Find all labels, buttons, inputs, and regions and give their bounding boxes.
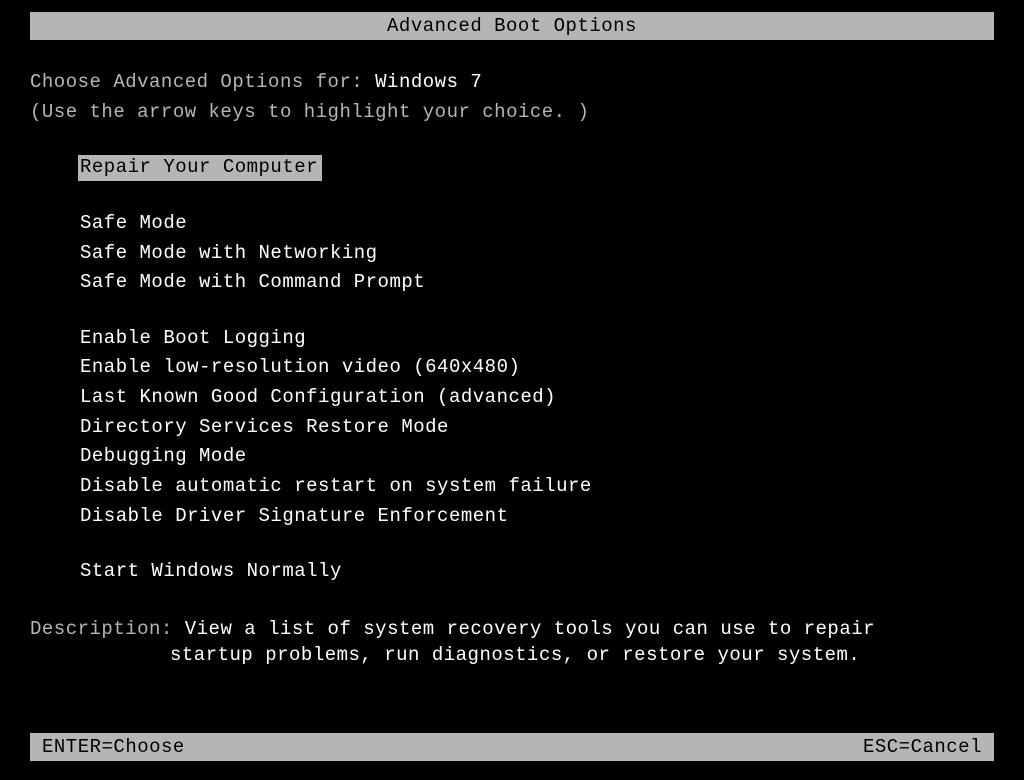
description-line2: startup problems, run diagnostics, or re… <box>30 643 994 669</box>
menu-item-safe-mode[interactable]: Safe Mode <box>78 211 189 237</box>
menu-item-safe-mode-networking[interactable]: Safe Mode with Networking <box>78 241 380 267</box>
menu-item-disable-auto-restart[interactable]: Disable automatic restart on system fail… <box>78 474 594 500</box>
menu-item-repair-your-computer[interactable]: Repair Your Computer <box>78 155 322 181</box>
menu-item-boot-logging[interactable]: Enable Boot Logging <box>78 326 308 352</box>
menu-item-start-normally[interactable]: Start Windows Normally <box>78 559 344 585</box>
menu-group-repair: Repair Your Computer <box>78 155 994 185</box>
prompt-prefix: Choose Advanced Options for: <box>30 71 375 93</box>
footer-enter-hint: ENTER=Choose <box>42 736 185 758</box>
menu-group-safe-mode: Safe Mode Safe Mode with Networking Safe… <box>78 211 994 300</box>
boot-menu[interactable]: Repair Your Computer Safe Mode Safe Mode… <box>30 155 994 589</box>
instruction-text: (Use the arrow keys to highlight your ch… <box>30 100 994 126</box>
content-area: Choose Advanced Options for: Windows 7 (… <box>0 40 1024 668</box>
description-line1: View a list of system recovery tools you… <box>185 618 875 640</box>
menu-item-last-known-good[interactable]: Last Known Good Configuration (advanced) <box>78 385 558 411</box>
description-label: Description: <box>30 618 185 640</box>
menu-item-debugging-mode[interactable]: Debugging Mode <box>78 444 249 470</box>
menu-item-directory-services-restore[interactable]: Directory Services Restore Mode <box>78 415 451 441</box>
menu-item-disable-driver-signature[interactable]: Disable Driver Signature Enforcement <box>78 504 510 530</box>
screen-title: Advanced Boot Options <box>387 15 637 37</box>
footer-esc-hint: ESC=Cancel <box>863 736 982 758</box>
menu-group-advanced: Enable Boot Logging Enable low-resolutio… <box>78 326 994 533</box>
title-bar: Advanced Boot Options <box>30 12 994 40</box>
menu-item-low-res-video[interactable]: Enable low-resolution video (640x480) <box>78 355 522 381</box>
os-name: Windows 7 <box>375 71 482 93</box>
menu-group-normal: Start Windows Normally <box>78 559 994 589</box>
header-prompt: Choose Advanced Options for: Windows 7 <box>30 70 994 96</box>
description-block: Description: View a list of system recov… <box>30 617 994 668</box>
menu-item-safe-mode-command-prompt[interactable]: Safe Mode with Command Prompt <box>78 270 427 296</box>
footer-bar: ENTER=Choose ESC=Cancel <box>30 733 994 761</box>
